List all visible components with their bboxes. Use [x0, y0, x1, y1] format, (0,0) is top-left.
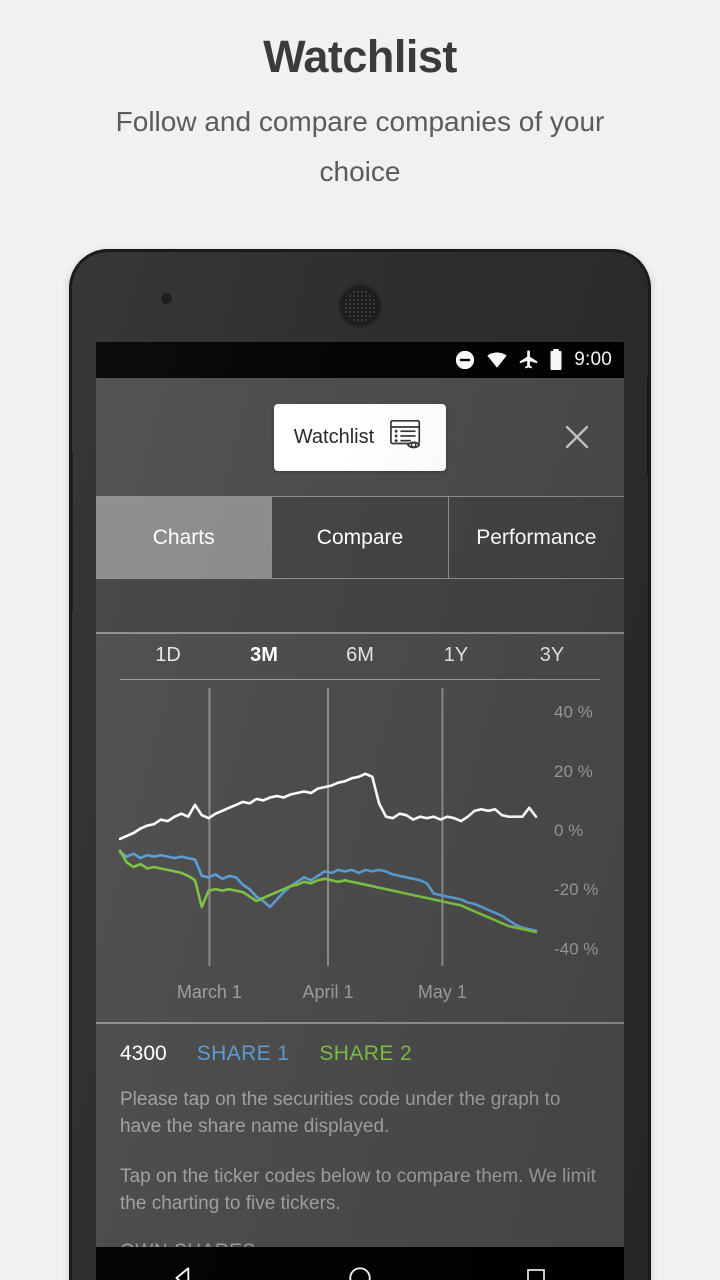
watchlist-pill-label: Watchlist — [293, 425, 375, 448]
power-button[interactable] — [647, 377, 648, 475]
earpiece-speaker-icon — [338, 284, 382, 328]
y-axis-tick-label: 0 % — [554, 821, 583, 840]
tab-compare-label: Compare — [316, 525, 404, 549]
page-subtitle: Follow and compare companies of your cho… — [115, 106, 605, 187]
ticker-4300[interactable]: 4300 — [120, 1042, 167, 1066]
chart-x-axis: March 1 April 1 May 1 — [96, 980, 624, 1022]
period-1d[interactable]: 1D — [120, 644, 216, 679]
y-axis-tick-label: 40 % — [554, 703, 593, 722]
y-axis-tick-label: 20 % — [554, 762, 593, 781]
x-axis-tick-label: May 1 — [417, 982, 467, 1002]
tab-performance[interactable]: Performance — [448, 497, 624, 579]
nav-home-button[interactable] — [320, 1255, 400, 1280]
airplane-mode-icon — [518, 349, 540, 371]
nav-recents-button[interactable] — [496, 1255, 576, 1280]
tab-performance-label: Performance — [476, 525, 597, 549]
period-selector: 1D 3M 6M 1Y 3Y — [96, 634, 624, 679]
period-6m[interactable]: 6M — [312, 644, 408, 679]
tab-charts[interactable]: Charts — [96, 497, 273, 579]
help-paragraph-1: Please tap on the securities code under … — [120, 1089, 561, 1138]
watchlist-document-eye-icon — [388, 418, 426, 457]
period-3y[interactable]: 3Y — [504, 644, 600, 679]
phone-device-frame: 9:00 Watchlist Charts Compare Performanc… — [72, 252, 648, 1280]
status-bar-clock: 9:00 — [574, 349, 612, 370]
promo-header: Watchlist Follow and compare companies o… — [0, 0, 720, 197]
android-nav-bar — [96, 1247, 624, 1280]
x-axis-tick-label: March 1 — [176, 982, 242, 1002]
ticker-share-1[interactable]: SHARE 1 — [197, 1042, 290, 1066]
period-3m[interactable]: 3M — [216, 644, 312, 679]
own-shares-heading: OWN SHARES — [120, 1239, 600, 1247]
period-1d-label: 1D — [155, 644, 181, 666]
period-3y-label: 3Y — [539, 644, 565, 666]
nav-back-button[interactable] — [144, 1255, 224, 1280]
period-1y-label: 1Y — [443, 644, 469, 666]
phone-screen: 9:00 Watchlist Charts Compare Performanc… — [96, 342, 624, 1247]
tab-charts-label: Charts — [152, 525, 215, 549]
performance-chart[interactable]: 40 % 20 % 0 % -20 % -40 % — [96, 680, 624, 980]
period-6m-label: 6M — [346, 644, 374, 666]
tab-bar-spacer — [96, 579, 624, 634]
battery-icon — [549, 348, 563, 372]
ticker-row: 4300 SHARE 1 SHARE 2 — [96, 1024, 624, 1074]
y-axis-tick-label: -40 % — [554, 939, 598, 958]
front-camera-icon — [160, 292, 173, 305]
wifi-icon — [485, 349, 509, 371]
page-title: Watchlist — [263, 31, 457, 82]
period-3m-label: 3M — [250, 644, 278, 666]
promo-screenshot-page: Watchlist Follow and compare companies o… — [0, 0, 720, 1280]
app-bar: Watchlist — [96, 378, 624, 496]
volume-button[interactable] — [72, 452, 73, 612]
ticker-share-2[interactable]: SHARE 2 — [319, 1042, 412, 1066]
tab-compare[interactable]: Compare — [272, 497, 449, 579]
help-text-block: Please tap on the securities code under … — [96, 1074, 624, 1247]
close-icon[interactable] — [560, 420, 594, 454]
watchlist-pill-button[interactable]: Watchlist — [273, 403, 447, 471]
status-bar: 9:00 — [96, 342, 624, 378]
y-axis-tick-label: -20 % — [554, 880, 598, 899]
chart-canvas: 40 % 20 % 0 % -20 % -40 % — [118, 688, 598, 966]
period-1y[interactable]: 1Y — [408, 644, 504, 679]
help-paragraph-2: Tap on the ticker codes below to compare… — [120, 1165, 596, 1215]
speaker-mesh — [344, 290, 376, 322]
x-axis-tick-label: April 1 — [302, 982, 354, 1002]
tab-bar: Charts Compare Performance — [96, 496, 624, 579]
do-not-disturb-icon — [454, 349, 476, 371]
